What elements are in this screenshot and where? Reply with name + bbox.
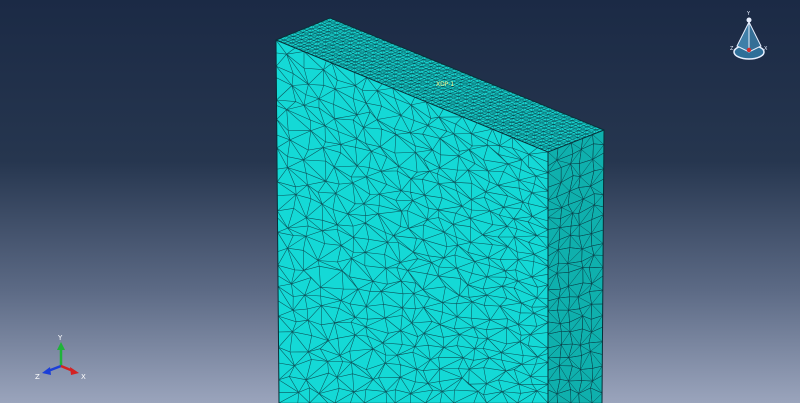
view-cube-center: [746, 47, 752, 53]
triad-y-label: Y: [57, 334, 63, 342]
view-cube[interactable]: Y Z X: [730, 11, 768, 60]
view-cube-top-node[interactable]: [746, 17, 752, 23]
triad-x-arrowhead: [70, 367, 79, 375]
triad-z-label: Z: [35, 373, 40, 381]
model-canvas[interactable]: XDP-1 Y Z X Y Z X: [0, 0, 800, 403]
triad-x-label: X: [81, 373, 86, 381]
view-cube-top-label: Y: [746, 11, 751, 17]
triad-z-arrowhead: [42, 367, 51, 375]
solid-block[interactable]: XDP-1: [275, 0, 605, 403]
view-cube-left-label: Z: [730, 46, 734, 52]
node-set-label: XDP-1: [436, 81, 454, 88]
viewport[interactable]: XDP-1 Y Z X Y Z X: [0, 0, 800, 403]
coordinate-triad: Y Z X: [35, 334, 86, 381]
view-cube-right-label: X: [764, 46, 768, 52]
triad-y-arrowhead: [57, 342, 65, 350]
